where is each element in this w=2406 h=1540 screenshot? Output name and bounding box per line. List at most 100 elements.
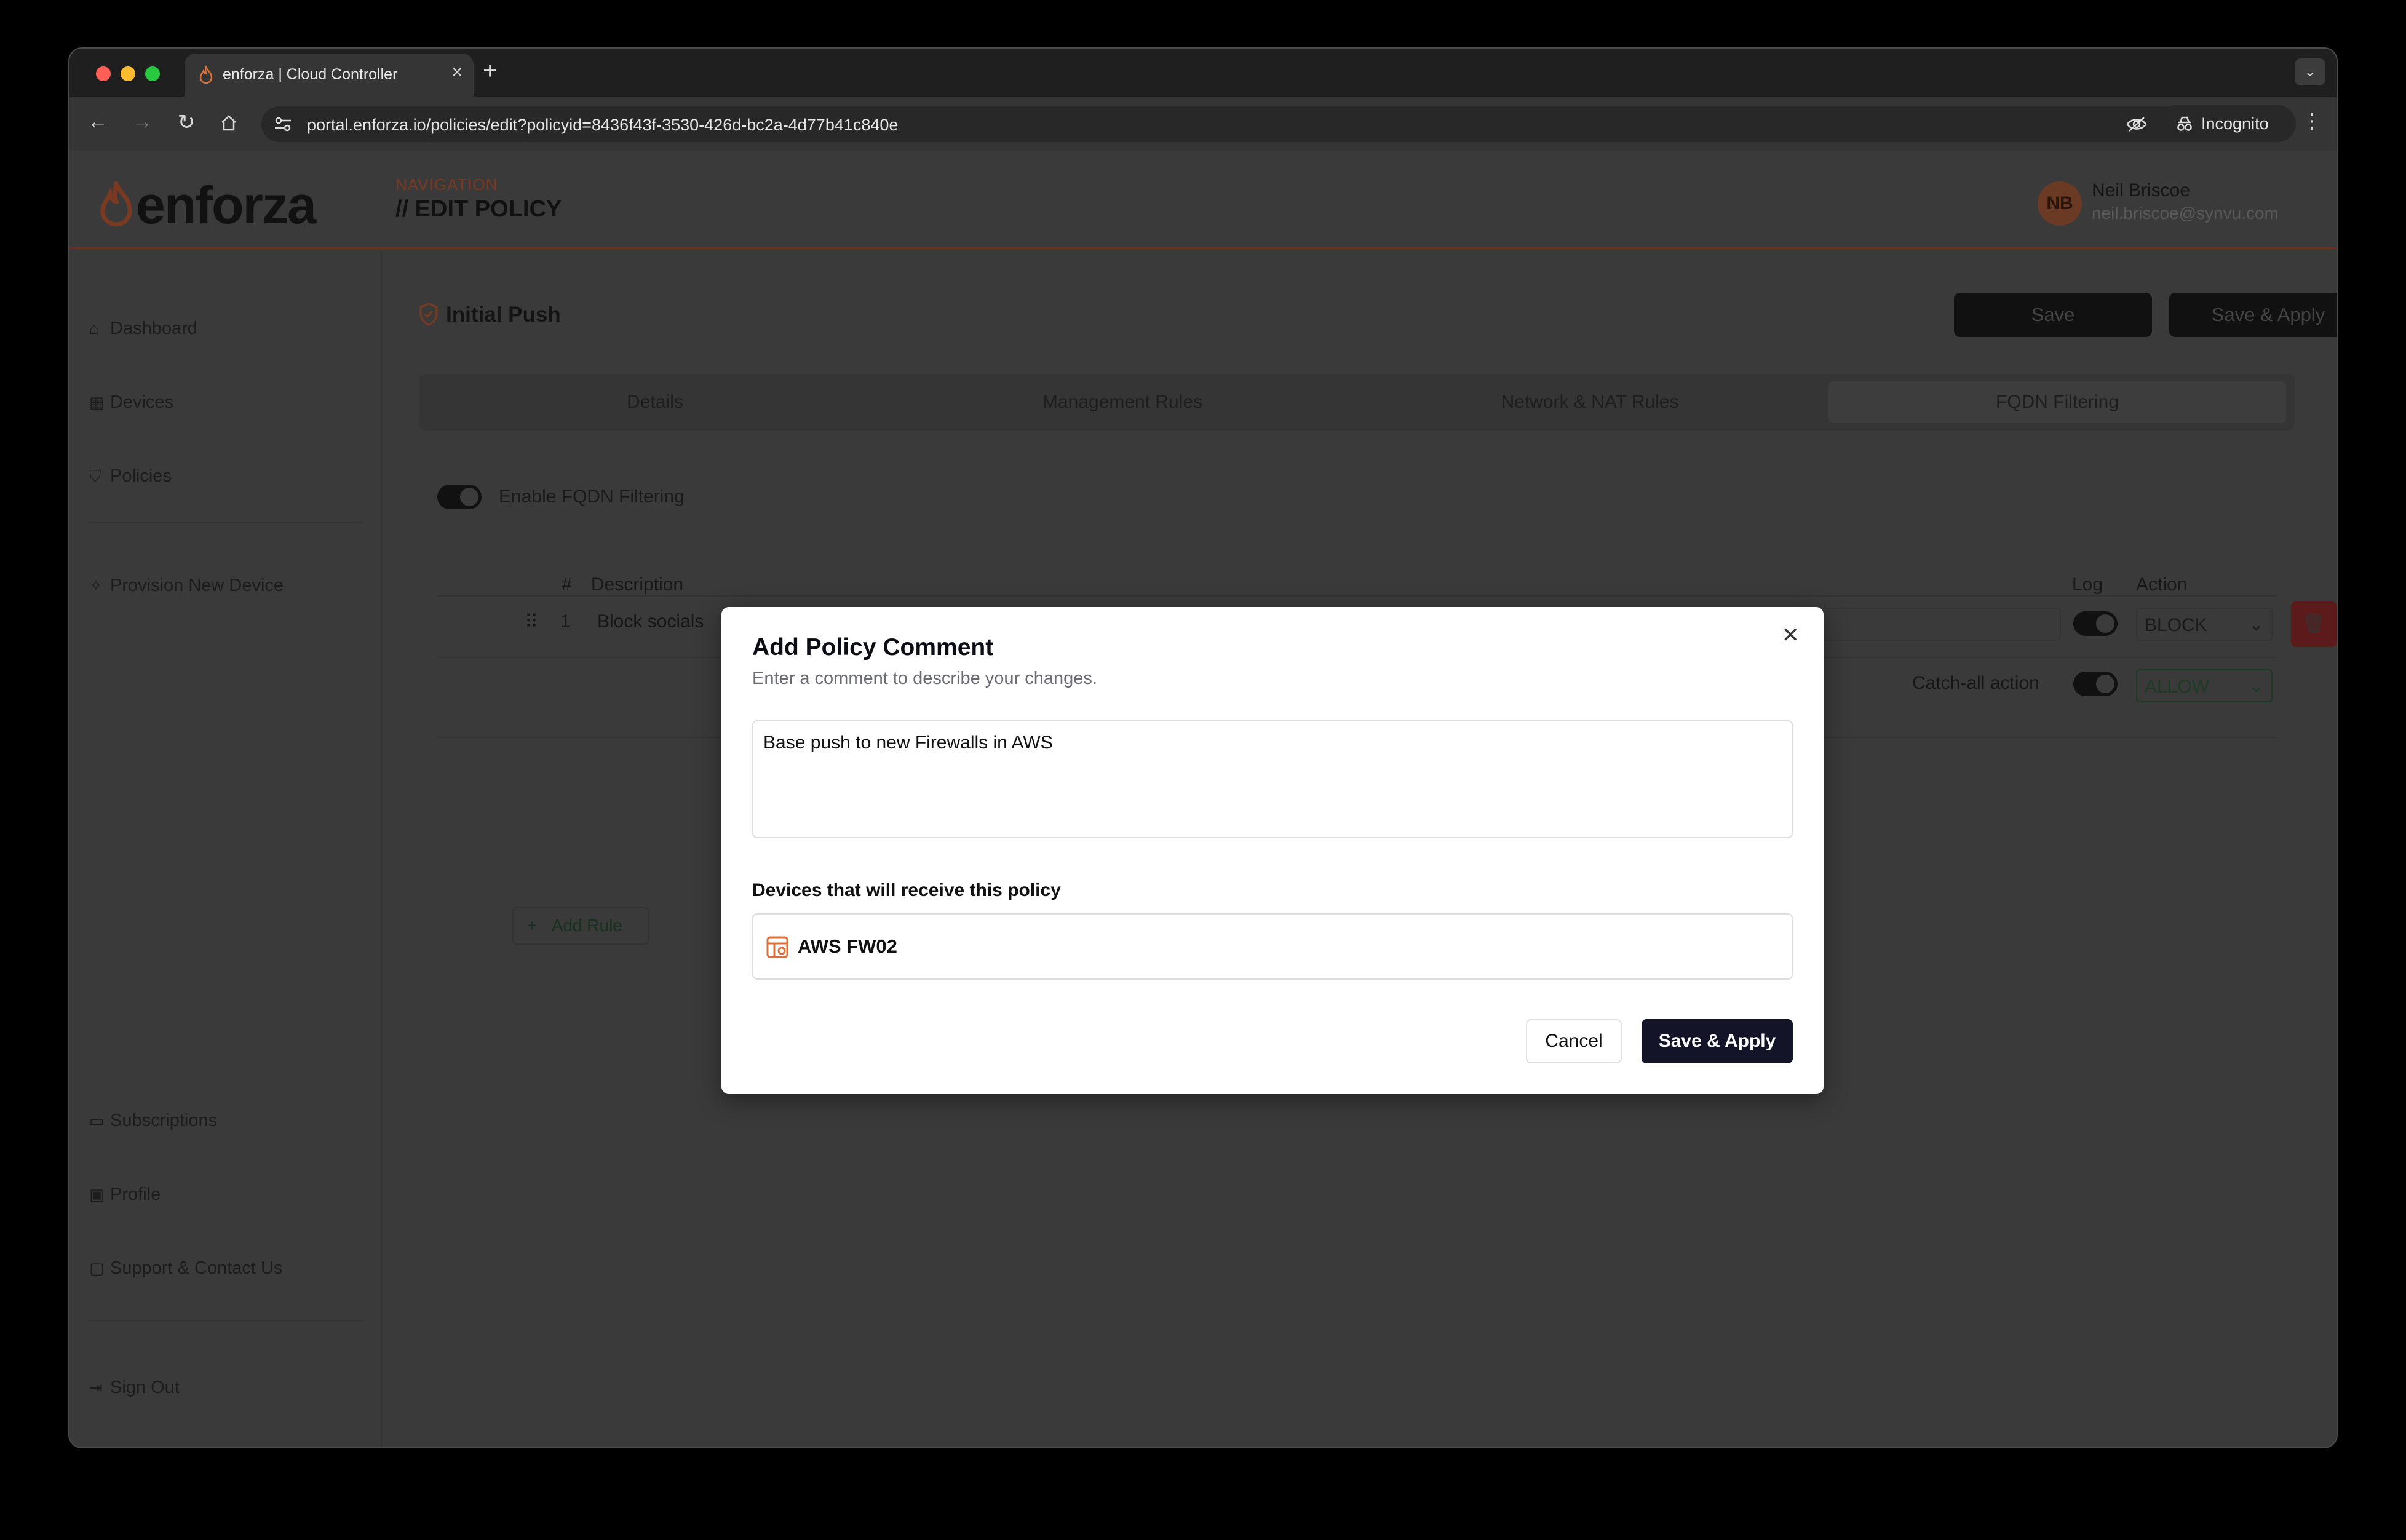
enable-fqdn-label: Enable FQDN Filtering: [499, 486, 685, 507]
sparkle-icon: ✧: [89, 576, 103, 595]
home-button-icon[interactable]: [220, 114, 238, 132]
chat-icon: ▢: [89, 1259, 105, 1277]
sidebar-item-label: Provision New Device: [110, 576, 284, 595]
browser-window: enforza | Cloud Controller × + ⌄ ← → ↻ p…: [68, 47, 2338, 1448]
close-window-button[interactable]: [96, 66, 111, 81]
rule-number: 1: [560, 611, 571, 632]
devices-icon: ▦: [89, 393, 105, 411]
user-name: Neil Briscoe: [2092, 180, 2191, 200]
add-rule-button[interactable]: + Add Rule: [512, 907, 649, 945]
dialog-subtitle: Enter a comment to describe your changes…: [752, 669, 1097, 688]
chevron-down-icon: ⌄: [2248, 676, 2264, 696]
page-title: // EDIT POLICY: [395, 196, 562, 222]
save-apply-button[interactable]: Save & Apply: [1642, 1019, 1793, 1063]
devices-label: Devices that will receive this policy: [752, 880, 1061, 900]
rule-domains-field[interactable]: [1821, 608, 2061, 641]
sidebar-item-subscriptions[interactable]: ▭ Subscriptions: [89, 1111, 217, 1131]
browser-toolbar: ← → ↻ portal.enforza.io/policies/edit?po…: [69, 97, 2337, 151]
col-header-description: Description: [591, 574, 684, 595]
tab-strip: enforza | Cloud Controller × + ⌄: [69, 49, 2337, 97]
sidebar-divider: [88, 522, 363, 523]
home-icon: ⌂: [89, 319, 99, 338]
address-bar[interactable]: portal.enforza.io/policies/edit?policyid…: [261, 106, 2211, 142]
policy-name: Initial Push: [446, 303, 561, 327]
col-header-log: Log: [2072, 574, 2103, 595]
enable-fqdn-toggle[interactable]: [437, 485, 482, 509]
policy-shield-icon: [419, 303, 438, 326]
sidebar-item-label: Dashboard: [110, 319, 197, 338]
save-button[interactable]: Save: [1954, 293, 2152, 337]
device-name: AWS FW02: [798, 935, 897, 957]
sidebar: ⌂ Dashboard ▦ Devices ⛉ Policies ✧ Provision…: [69, 251, 382, 1447]
new-tab-button[interactable]: +: [483, 57, 497, 85]
minimize-window-button[interactable]: [121, 66, 135, 81]
incognito-label: Incognito: [2201, 114, 2269, 133]
url-text: portal.enforza.io/policies/edit?policyid…: [307, 116, 899, 134]
enforza-logo[interactable]: enforza: [99, 175, 327, 235]
rule-action-value: BLOCK: [2145, 615, 2207, 635]
browser-tab[interactable]: enforza | Cloud Controller ×: [185, 54, 474, 97]
tab-details[interactable]: Details: [426, 381, 884, 423]
user-email: neil.briscoe@synvu.com: [2092, 204, 2279, 223]
add-policy-comment-dialog: Add Policy Comment Enter a comment to de…: [721, 607, 1824, 1094]
forward-icon[interactable]: →: [129, 110, 156, 134]
tab-fqdn-filtering[interactable]: FQDN Filtering: [1828, 381, 2286, 423]
eye-off-icon[interactable]: [2126, 116, 2147, 133]
avatar[interactable]: NB: [2038, 181, 2082, 226]
logo-text: enforza: [136, 176, 317, 235]
dialog-title: Add Policy Comment: [752, 634, 994, 661]
flame-logo-icon: [100, 181, 132, 227]
sidebar-item-devices[interactable]: ▦ Devices: [89, 392, 173, 413]
drag-handle-icon[interactable]: ⠿: [525, 611, 538, 633]
incognito-icon: [2177, 116, 2192, 131]
shield-icon: ⛉: [89, 467, 101, 485]
sidebar-item-dashboard[interactable]: ⌂ Dashboard: [89, 319, 197, 339]
sign-out-icon: ⇥: [89, 1378, 103, 1397]
incognito-badge[interactable]: Incognito: [2157, 105, 2296, 142]
sidebar-item-label: Subscriptions: [110, 1111, 218, 1130]
catch-all-select[interactable]: ALLOW ⌄: [2136, 669, 2273, 702]
sidebar-divider: [88, 1320, 363, 1321]
plus-icon: +: [527, 916, 538, 935]
catch-all-toggle[interactable]: [2073, 672, 2118, 696]
tab-management-rules[interactable]: Management Rules: [894, 381, 1351, 423]
sidebar-item-provision[interactable]: ✧ Provision New Device: [89, 576, 284, 596]
back-icon[interactable]: ←: [84, 110, 111, 134]
cancel-button[interactable]: Cancel: [1526, 1019, 1622, 1063]
device-icon: [766, 936, 788, 958]
nav-label: NAVIGATION: [395, 175, 498, 194]
close-icon[interactable]: ✕: [1782, 623, 1800, 648]
maximize-window-button[interactable]: [145, 66, 160, 81]
app-header: enforza NAVIGATION // EDIT POLICY NB Nei…: [69, 151, 2337, 249]
browser-menu-icon[interactable]: ⋮: [2298, 109, 2325, 133]
delete-rule-button[interactable]: 🗑: [2291, 601, 2337, 647]
add-rule-label: Add Rule: [551, 916, 622, 935]
site-settings-icon[interactable]: [274, 116, 292, 132]
col-header-num: #: [562, 574, 572, 595]
sidebar-item-label: Devices: [110, 392, 174, 412]
tab-close-icon[interactable]: ×: [451, 62, 463, 83]
rule-log-toggle[interactable]: [2073, 611, 2118, 636]
rule-action-select[interactable]: BLOCK ⌄: [2136, 608, 2273, 641]
col-header-action: Action: [2136, 574, 2188, 595]
reload-icon[interactable]: ↻: [173, 110, 200, 135]
flame-icon: [199, 66, 213, 84]
table-divider: [437, 595, 2276, 597]
tab-network-nat-rules[interactable]: Network & NAT Rules: [1361, 381, 1819, 423]
sidebar-item-profile[interactable]: ▣ Profile: [89, 1185, 161, 1205]
sidebar-item-sign-out[interactable]: ⇥ Sign Out: [89, 1378, 180, 1398]
rule-description[interactable]: Block socials: [597, 611, 704, 632]
catch-all-value: ALLOW: [2145, 677, 2210, 697]
sidebar-item-policies[interactable]: ⛉ Policies: [89, 466, 172, 486]
tab-title: enforza | Cloud Controller: [223, 66, 398, 83]
tab-search-button[interactable]: ⌄: [2295, 58, 2325, 85]
catch-all-label: Catch-all action: [1912, 673, 2039, 693]
comment-textarea[interactable]: Base push to new Firewalls in AWS: [752, 720, 1793, 838]
sidebar-item-support[interactable]: ▢ Support & Contact Us: [89, 1258, 282, 1279]
credit-card-icon: ▭: [89, 1111, 105, 1130]
sidebar-item-label: Support & Contact Us: [110, 1258, 283, 1278]
device-list: AWS FW02: [752, 913, 1793, 980]
sidebar-item-label: Profile: [110, 1185, 161, 1204]
save-apply-header-button[interactable]: Save & Apply: [2169, 293, 2337, 337]
profile-icon: ▣: [89, 1185, 105, 1204]
